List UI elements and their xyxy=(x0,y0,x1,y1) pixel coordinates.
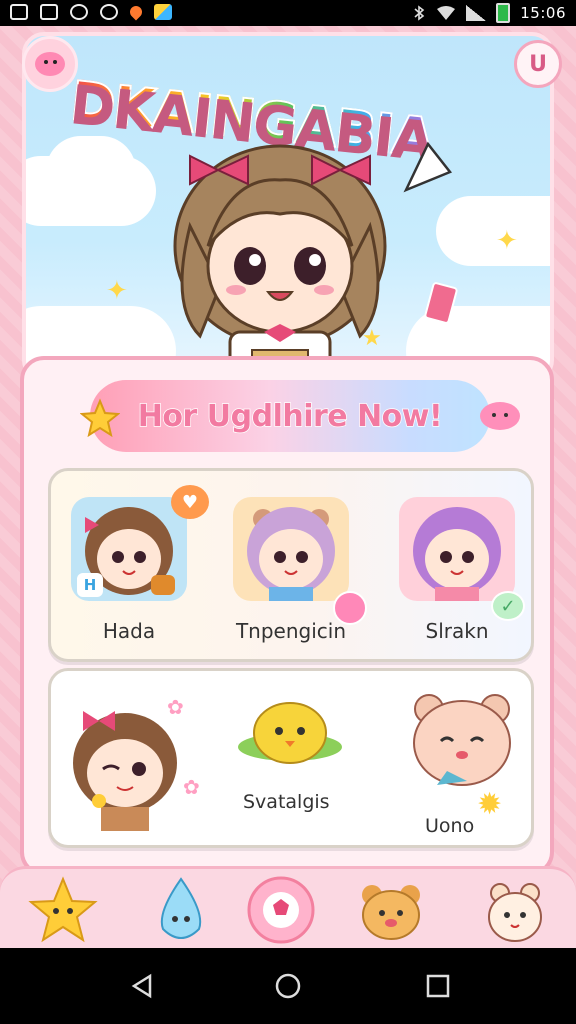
flower-icon[interactable] xyxy=(246,875,316,945)
banner-title: Hor Ugdlhire Now! xyxy=(137,398,443,435)
image-icon xyxy=(40,4,58,20)
character-name: Svatalgis xyxy=(243,791,330,813)
app-notification-icon xyxy=(127,3,145,21)
bunny-icon[interactable] xyxy=(480,875,550,945)
character-slrakn[interactable]: Slrakn xyxy=(397,497,517,643)
star-icon xyxy=(80,398,120,438)
speech-bubble-icon xyxy=(403,141,453,193)
shield-icon xyxy=(70,4,88,20)
droplet-icon[interactable] xyxy=(146,875,216,945)
sparkle-icon: ✹ xyxy=(477,787,503,822)
character-card-row-2: ✿ ✿ Svatalgis Uono ✹ xyxy=(48,668,534,848)
check-icon[interactable]: ✓ xyxy=(491,591,525,621)
chat-bubble-icon[interactable]: ♥ xyxy=(171,485,209,519)
app-screen: ✦ ✦ ✦ ✦ U DKAINGABIA ★ ★ xyxy=(0,26,576,948)
clock: 15:06 xyxy=(520,4,566,22)
character-card-row-1: H Hada ♥ Tnpengicin Slrakn ✓ xyxy=(48,468,534,662)
flower-icon: ✿ xyxy=(167,695,184,719)
character-portrait xyxy=(399,497,515,601)
system-nav-bar xyxy=(0,948,576,1024)
bottom-dock xyxy=(0,866,576,948)
bluetooth-icon xyxy=(414,5,425,21)
character-name: Hada xyxy=(102,619,156,643)
character-pink-bear[interactable] xyxy=(407,689,517,799)
flower-icon: ✿ xyxy=(183,775,200,799)
character-portrait xyxy=(233,497,349,601)
signal-icon xyxy=(466,5,487,21)
home-icon[interactable] xyxy=(274,972,302,1000)
cloud-icon xyxy=(480,402,520,430)
promo-banner[interactable]: Hor Ugdlhire Now! xyxy=(90,380,490,452)
bear-icon[interactable] xyxy=(356,875,426,945)
profile-button[interactable]: U xyxy=(514,40,562,88)
battery-icon xyxy=(496,3,511,23)
star-icon: ★ xyxy=(362,326,382,351)
character-name: Tnpengicin xyxy=(235,619,347,643)
pink-cloud-icon[interactable] xyxy=(22,36,78,92)
image-icon xyxy=(10,4,28,20)
back-icon[interactable] xyxy=(128,972,156,1000)
sync-icon xyxy=(100,4,118,20)
heart-icon[interactable] xyxy=(333,591,367,625)
character-name: Uono xyxy=(425,815,475,837)
character-yellow-bird[interactable] xyxy=(235,693,345,773)
character-name: Slrakn xyxy=(425,619,489,643)
star-icon[interactable] xyxy=(28,875,98,945)
profile-button-label: U xyxy=(529,51,547,77)
main-panel: Hor Ugdlhire Now! H Hada ♥ Tnpengicin Sl… xyxy=(20,356,554,876)
app-notification-icon xyxy=(154,4,172,20)
recents-icon[interactable] xyxy=(424,972,452,1000)
character-tnpengicin[interactable]: Tnpengicin xyxy=(231,497,351,643)
wifi-icon xyxy=(437,6,456,20)
character-hada[interactable]: H Hada xyxy=(69,497,189,643)
status-bar: 15:06 xyxy=(0,0,576,26)
character-portrait: H xyxy=(71,497,187,601)
tag-badge: H xyxy=(77,573,103,597)
